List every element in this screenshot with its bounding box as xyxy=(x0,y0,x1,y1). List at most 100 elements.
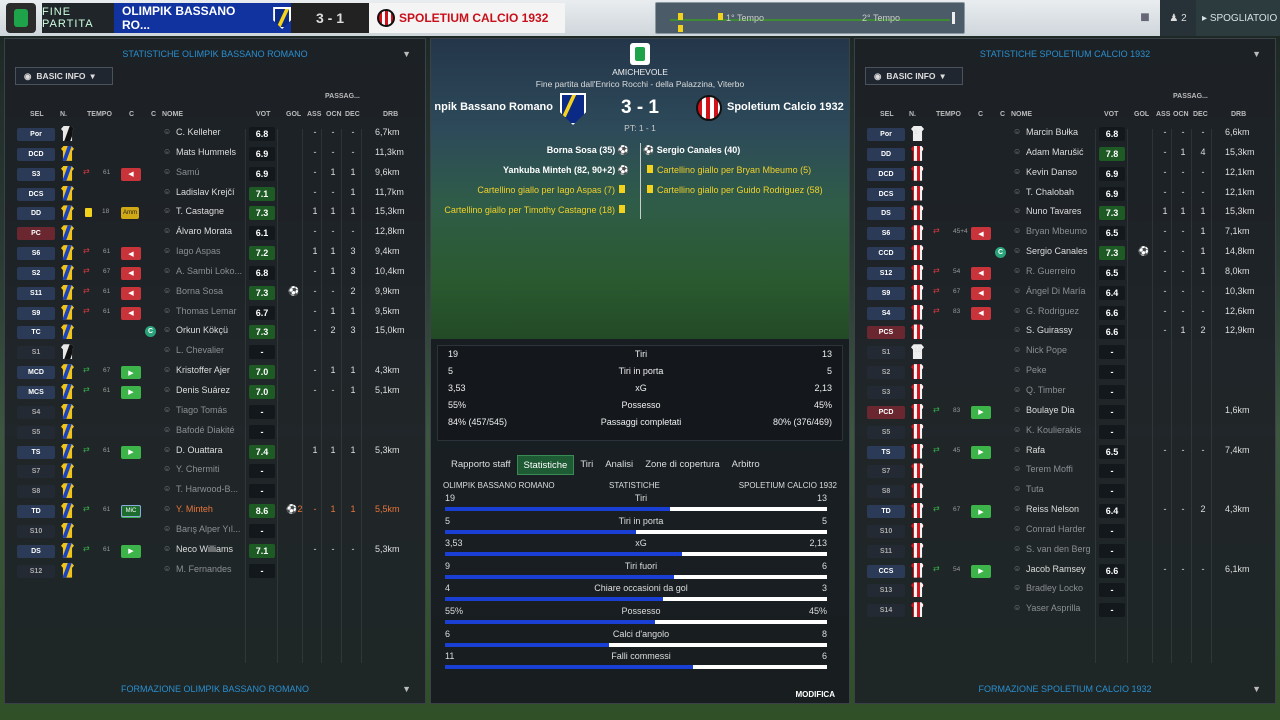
player-name[interactable]: Yaser Asprilla xyxy=(1026,603,1080,613)
sub-in-button[interactable]: ▶ xyxy=(121,445,141,459)
sub-in-button[interactable]: ▶ xyxy=(971,564,991,578)
col-gol[interactable]: GOL xyxy=(1134,111,1149,118)
sub-out-button[interactable]: ◀ xyxy=(121,247,141,261)
player-row[interactable]: S1 ☺ L. Chevalier - xyxy=(5,342,425,362)
col-dec[interactable]: DEC xyxy=(1193,111,1208,118)
player-name[interactable]: S. Guirassy xyxy=(1026,325,1073,335)
passaggi-header[interactable]: PASSAG... xyxy=(1173,93,1208,100)
player-name[interactable]: G. Rodriguez xyxy=(1026,306,1079,316)
player-row[interactable]: DCD ☺ Kevin Danso 6.9 - - - 12,1km xyxy=(855,164,1275,184)
player-row[interactable]: S3 ⇄ 61 ◀ ☺ Samú 6.9 - 1 1 9,6km xyxy=(5,164,425,184)
player-row[interactable]: S9 ⇄ 61 ◀ ☺ Thomas Lemar 6.7 - 1 1 9,5km xyxy=(5,303,425,323)
player-name[interactable]: T. Chalobah xyxy=(1026,187,1074,197)
col-dec[interactable]: DEC xyxy=(345,111,360,118)
player-row[interactable]: PC ☺ Álvaro Morata 6.1 - - - 12,8km xyxy=(5,223,425,243)
player-row[interactable]: S11 ⇄ 61 ◀ ☺ Borna Sosa 7.3 ⚽ - - 2 9,9km xyxy=(5,283,425,303)
player-row[interactable]: S7 ☺ Y. Chermiti - xyxy=(5,461,425,481)
tab-analisi[interactable]: Analisi xyxy=(599,455,639,475)
player-name[interactable]: Tuta xyxy=(1026,484,1044,494)
col-ocn[interactable]: OCN xyxy=(326,111,342,118)
col-drb[interactable]: DRB xyxy=(1231,111,1246,118)
player-name[interactable]: Mats Hummels xyxy=(176,147,236,157)
col-tempo[interactable]: TEMPO xyxy=(936,111,961,118)
col-sel[interactable]: SEL xyxy=(880,111,894,118)
tab-statistiche[interactable]: Statistiche xyxy=(516,455,575,475)
sub-in-button[interactable]: ▶ xyxy=(971,445,991,459)
player-row[interactable]: S12 ⇄ 54 ◀ ☺ R. Guerreiro 6.5 - - 1 8,0km xyxy=(855,263,1275,283)
player-row[interactable]: CCS ⇄ 54 ▶ ☺ Jacob Ramsey 6.6 - - - 6,1km xyxy=(855,561,1275,581)
sub-out-button[interactable]: ◀ xyxy=(971,227,991,241)
player-row[interactable]: S12 ☺ M. Fernandes - xyxy=(5,561,425,581)
sub-in-button[interactable]: ▶ xyxy=(971,405,991,419)
player-row[interactable]: S6 ⇄ 45+4 ◀ ☺ Bryan Mbeumo 6.5 - - 1 7,1km xyxy=(855,223,1275,243)
player-row[interactable]: PCD ⇄ 83 ▶ ☺ Boulaye Dia - 1,6km xyxy=(855,402,1275,422)
player-name[interactable]: T. Harwood-B... xyxy=(176,484,238,494)
player-row[interactable]: TD⇄61▶MiC☺Y. Minteh8.6⚽2-115,5km xyxy=(5,501,425,521)
player-row[interactable]: DD 18 Amm ☺ T. Castagne 7.3 1 1 1 15,3km xyxy=(5,203,425,223)
col-n[interactable]: N. xyxy=(60,111,67,118)
col-tempo[interactable]: TEMPO xyxy=(87,111,112,118)
player-row[interactable]: DCS ☺ Ladislav Krejčí 7.1 - - 1 11,7km xyxy=(5,184,425,204)
tab-tiri[interactable]: Tiri xyxy=(574,455,599,475)
player-name[interactable]: S. van den Berg xyxy=(1026,544,1091,554)
away-formation-footer[interactable]: FORMAZIONE SPOLETIUM CALCIO 1932 ▼ xyxy=(855,679,1275,699)
sub-in-button[interactable]: ▶ xyxy=(121,385,141,399)
player-name[interactable]: Nuno Tavares xyxy=(1026,206,1081,216)
player-row[interactable]: S7 ☺ Terem Moffi - xyxy=(855,461,1275,481)
player-row[interactable]: S3 ☺ Q. Timber - xyxy=(855,382,1275,402)
col-nome[interactable]: NOME xyxy=(162,111,183,118)
home-stats-title[interactable]: STATISTICHE OLIMPIK BASSANO ROMANO ▼ xyxy=(5,39,425,69)
player-name[interactable]: Thomas Lemar xyxy=(176,306,237,316)
player-name[interactable]: Terem Moffi xyxy=(1026,464,1073,474)
player-name[interactable]: C. Kelleher xyxy=(176,127,221,137)
player-row[interactable]: S8 ☺ Tuta - xyxy=(855,481,1275,501)
player-name[interactable]: Bradley Locko xyxy=(1026,583,1083,593)
player-name[interactable]: Neco Williams xyxy=(176,544,233,554)
basic-info-dropdown[interactable]: ◉ BASIC INFO ▾ xyxy=(15,67,113,85)
sub-out-button[interactable]: ◀ xyxy=(971,266,991,280)
tab-zone-di-copertura[interactable]: Zone di copertura xyxy=(639,455,725,475)
col-sel[interactable]: SEL xyxy=(30,111,44,118)
player-row[interactable]: DCS ☺ T. Chalobah 6.9 - - - 12,1km xyxy=(855,184,1275,204)
player-name[interactable]: Rafa xyxy=(1026,445,1045,455)
player-row[interactable]: S6 ⇄ 61 ◀ ☺ Iago Aspas 7.2 1 1 3 9,4km xyxy=(5,243,425,263)
passaggi-header[interactable]: PASSAG... xyxy=(325,93,360,100)
sub-out-button[interactable]: ◀ xyxy=(121,167,141,181)
player-name[interactable]: Adam Marušić xyxy=(1026,147,1084,157)
col-ocn[interactable]: OCN xyxy=(1173,111,1189,118)
sub-out-button[interactable]: ◀ xyxy=(971,286,991,300)
player-name[interactable]: D. Ouattara xyxy=(176,445,223,455)
col-c1[interactable]: C xyxy=(129,111,134,118)
player-row[interactable]: S1 12 ☺ Nick Pope - xyxy=(855,342,1275,362)
player-name[interactable]: Marcin Bułka xyxy=(1026,127,1078,137)
player-row[interactable]: DS ☺ Nuno Tavares 7.3 1 1 1 15,3km xyxy=(855,203,1275,223)
sub-out-button[interactable]: ◀ xyxy=(971,306,991,320)
player-name[interactable]: Borna Sosa xyxy=(176,286,223,296)
spogliatoio-button[interactable]: ▸ SPOGLIATOIO xyxy=(1196,0,1280,36)
player-row[interactable]: MCS ⇄ 61 ▶ ☺ Denis Suárez 7.0 - - 1 5,1km xyxy=(5,382,425,402)
player-name[interactable]: R. Guerreiro xyxy=(1026,266,1076,276)
player-name[interactable]: K. Koulierakis xyxy=(1026,425,1081,435)
player-name[interactable]: Y. Chermiti xyxy=(176,464,219,474)
sub-out-button[interactable]: ◀ xyxy=(121,266,141,280)
player-row[interactable]: TD ⇄ 67 ▶ ☺ Reiss Nelson 6.4 - - 2 4,3km xyxy=(855,501,1275,521)
col-ass[interactable]: ASS xyxy=(307,111,321,118)
player-name[interactable]: Reiss Nelson xyxy=(1026,504,1079,514)
player-name[interactable]: Jacob Ramsey xyxy=(1026,564,1086,574)
chevron-down-icon[interactable]: ▼ xyxy=(1252,684,1261,694)
app-logo-icon[interactable] xyxy=(6,3,36,33)
player-name[interactable]: Samú xyxy=(176,167,200,177)
chevron-down-icon[interactable]: ▼ xyxy=(1252,49,1261,59)
player-name[interactable]: Álvaro Morata xyxy=(176,226,232,236)
sub-out-button[interactable]: ◀ xyxy=(121,286,141,300)
col-n[interactable]: N. xyxy=(909,111,916,118)
player-row[interactable]: S5 ☺ Bafodé Diakité - xyxy=(5,422,425,442)
col-ass[interactable]: ASS xyxy=(1156,111,1170,118)
player-row[interactable]: S5 ☺ K. Koulierakis - xyxy=(855,422,1275,442)
home-formation-footer[interactable]: FORMAZIONE OLIMPIK BASSANO ROMANO ▼ xyxy=(5,679,425,699)
sub-in-button[interactable]: ▶ xyxy=(121,544,141,558)
col-nome[interactable]: NOME xyxy=(1011,111,1032,118)
player-name[interactable]: M. Fernandes xyxy=(176,564,232,574)
col-vot[interactable]: VOT xyxy=(1104,111,1118,118)
player-row[interactable]: TS ⇄ 61 ▶ ☺ D. Ouattara 7.4 1 1 1 5,3km xyxy=(5,442,425,462)
